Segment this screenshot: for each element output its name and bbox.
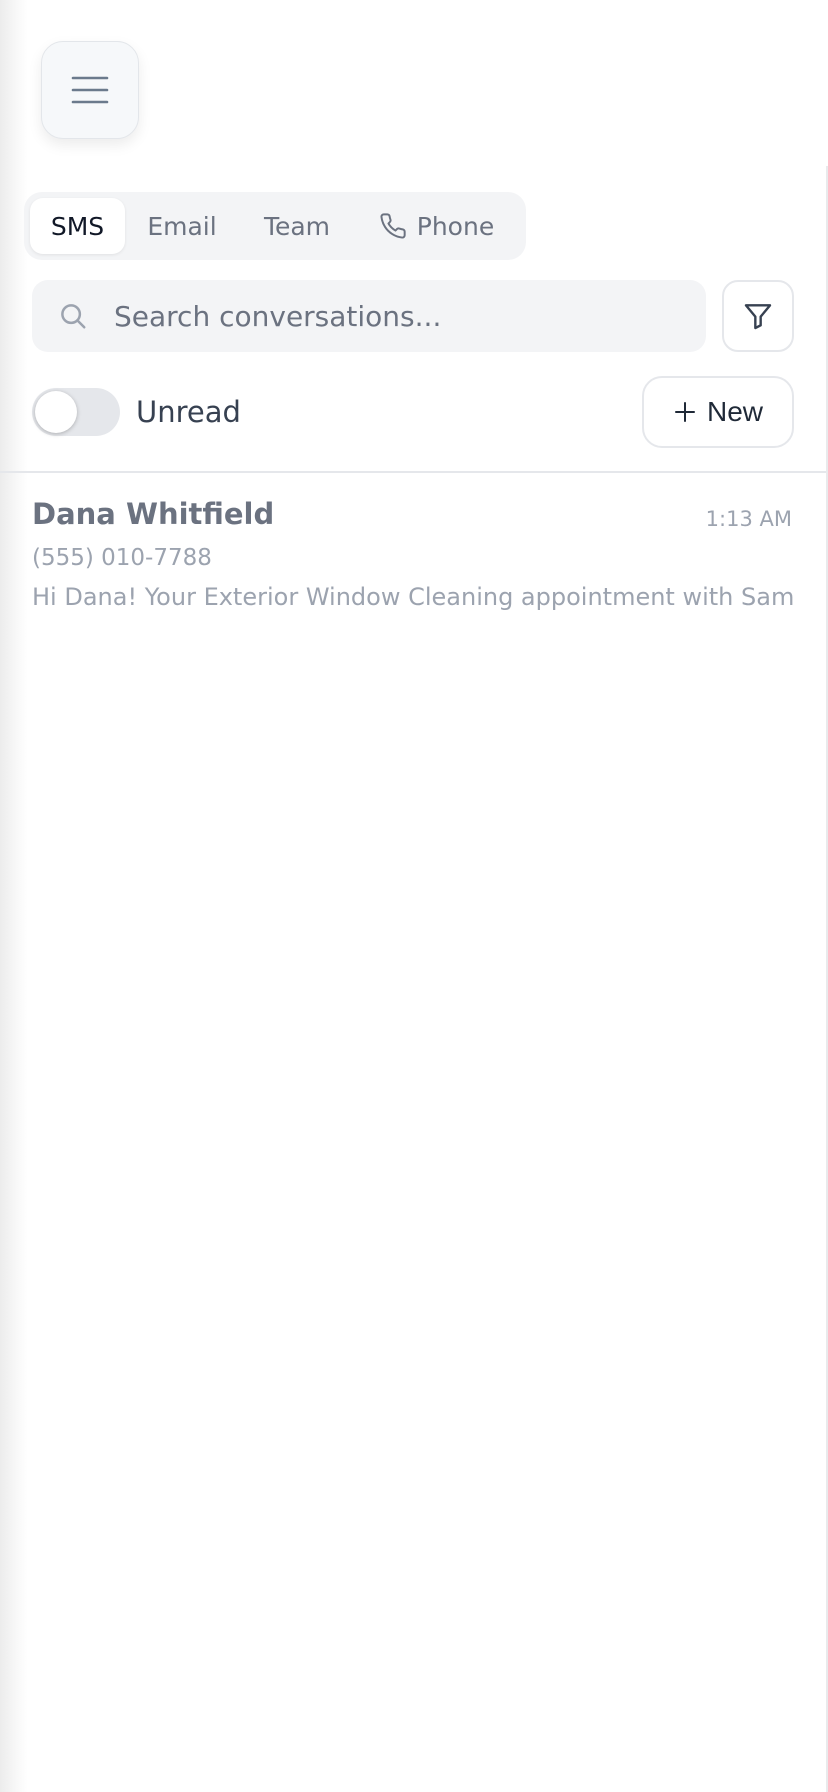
conversations-page: SMS Email Team Phone Unread — [0, 0, 828, 1792]
search-box — [32, 280, 706, 352]
tab-email[interactable]: Email — [125, 198, 239, 254]
tab-phone[interactable]: Phone — [355, 198, 518, 254]
filter-icon — [744, 304, 772, 330]
new-conversation-button[interactable]: New — [642, 376, 794, 448]
filter-button[interactable] — [722, 280, 794, 352]
conversation-list-item[interactable]: Dana Whitfield 1:13 AM (555) 010-7788 Hi… — [0, 473, 826, 623]
phone-icon — [380, 213, 406, 239]
unread-toggle[interactable] — [32, 388, 120, 436]
tab-sms[interactable]: SMS — [30, 198, 125, 254]
plus-icon — [674, 402, 695, 422]
tab-label: Email — [147, 211, 217, 241]
tab-team[interactable]: Team — [239, 198, 355, 254]
search-icon — [32, 280, 114, 352]
tab-label: Team — [263, 211, 331, 241]
menu-button[interactable] — [41, 41, 139, 139]
contact-name: Dana Whitfield — [32, 497, 275, 531]
toggle-knob — [35, 391, 77, 433]
contact-phone: (555) 010-7788 — [32, 545, 212, 571]
new-button-label: New — [706, 396, 763, 427]
tab-label: SMS — [50, 211, 105, 241]
message-time: 1:13 AM — [705, 507, 792, 531]
message-preview: Hi Dana! Your Exterior Window Cleaning a… — [32, 583, 794, 611]
sidebar-shadow — [0, 0, 28, 1792]
tab-label: Phone — [416, 211, 495, 241]
unread-label: Unread — [136, 395, 241, 429]
hamburger-menu-icon — [71, 76, 109, 104]
search-input[interactable] — [114, 280, 706, 352]
channel-tabs: SMS Email Team Phone — [24, 192, 526, 260]
